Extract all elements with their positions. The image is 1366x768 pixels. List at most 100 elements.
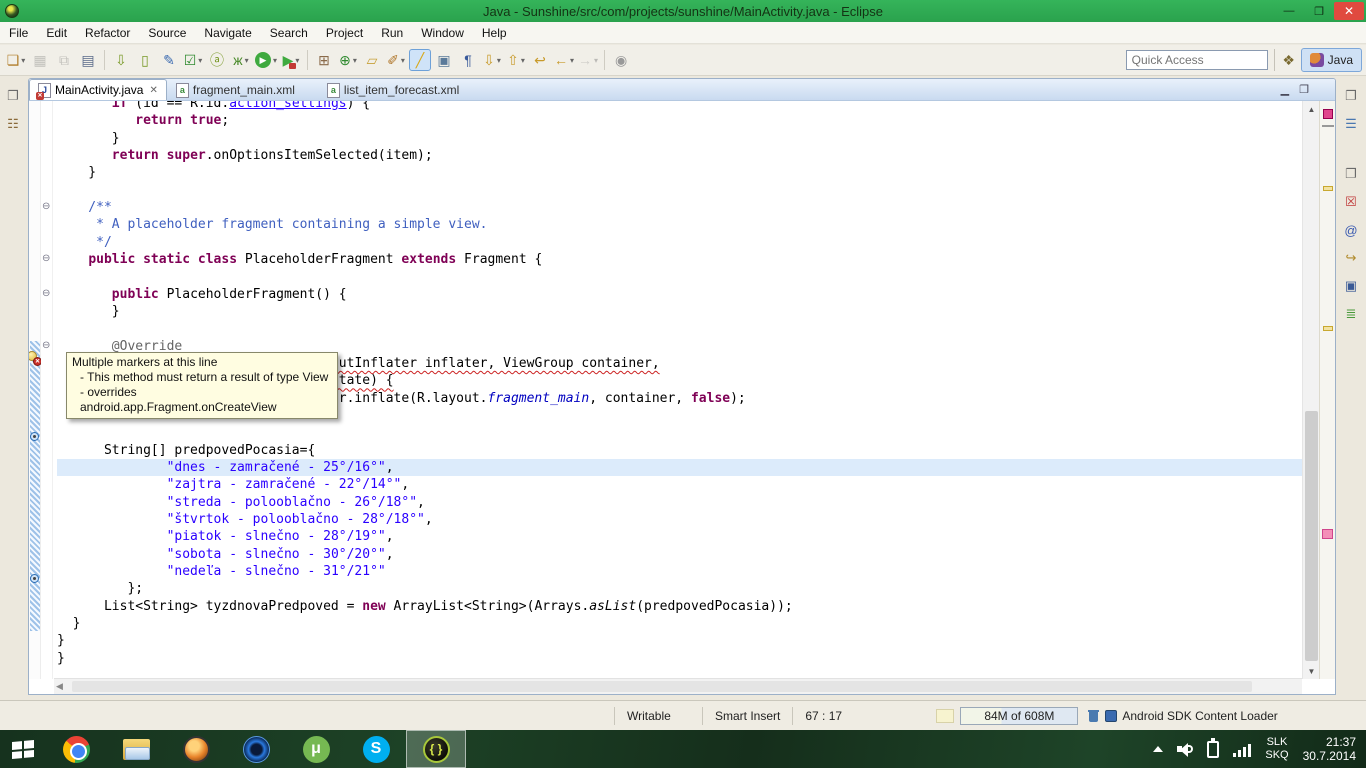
menu-project[interactable]: Project (317, 23, 372, 43)
debug-dropdown-icon[interactable]: ▾ (245, 56, 249, 65)
run-check-button[interactable]: ☑▾ (182, 49, 204, 71)
back-dropdown-icon[interactable]: ▾ (570, 56, 574, 65)
new-wizard-button[interactable]: ❏▾ (5, 49, 27, 71)
new-java-class-dropdown-icon[interactable]: ▾ (353, 56, 357, 65)
scroll-left-icon[interactable]: ◀ (56, 681, 63, 692)
close-button[interactable]: ✕ (1334, 2, 1364, 20)
debug-button[interactable]: ж▾ (230, 49, 252, 71)
javadoc-view-icon[interactable]: @ (1341, 220, 1361, 240)
run-dropdown-icon[interactable]: ▾ (273, 56, 277, 65)
overview-occurrence-marker[interactable] (1323, 326, 1333, 331)
tab-fragment_main.xml[interactable]: afragment_main.xml (167, 79, 304, 100)
menu-source[interactable]: Source (139, 23, 195, 43)
menu-navigate[interactable]: Navigate (195, 23, 260, 43)
vertical-scrollbar[interactable]: ▲ ▼ (1302, 101, 1319, 679)
scroll-up-icon[interactable]: ▲ (1303, 101, 1320, 117)
last-edit-location-button[interactable]: ↩ (529, 49, 551, 71)
forward-button[interactable]: →▾ (577, 49, 599, 71)
show-hidden-icons[interactable] (1153, 746, 1163, 752)
previous-annotation-button[interactable]: ⇧▾ (505, 49, 527, 71)
run-external-tools-button[interactable]: ▶▾ (280, 49, 302, 71)
vertical-scroll-thumb[interactable] (1305, 411, 1318, 661)
menu-refactor[interactable]: Refactor (76, 23, 139, 43)
overview-error-marker[interactable] (1322, 529, 1333, 539)
language-indicator[interactable]: SLKSKQ (1265, 736, 1288, 762)
save-all-button[interactable]: ⧉ (53, 49, 75, 71)
outline-view-icon[interactable]: ☰ (1341, 114, 1361, 134)
tab-close-icon[interactable]: ✕ (149, 85, 157, 96)
show-whitespace-button[interactable]: ¶ (457, 49, 479, 71)
taskbar-poweriso[interactable] (226, 730, 286, 768)
save-button[interactable]: ▦ (29, 49, 51, 71)
battery-icon[interactable] (1207, 741, 1219, 758)
toggle-block-selection-button[interactable]: ▣ (433, 49, 455, 71)
horizontal-scroll-thumb[interactable] (72, 681, 1252, 692)
tab-list_item_forecast.xml[interactable]: alist_item_forecast.xml (318, 79, 468, 100)
pin-editor-button[interactable]: ◉ (610, 49, 632, 71)
restore-outline-icon[interactable]: ❐ (1341, 86, 1361, 106)
search-dropdown-icon[interactable]: ▾ (401, 56, 405, 65)
menu-edit[interactable]: Edit (37, 23, 76, 43)
taskbar-skype[interactable]: S (346, 730, 406, 768)
quick-access-input[interactable] (1126, 50, 1268, 70)
fold-collapse-icon[interactable]: ⊖ (42, 254, 50, 264)
menu-window[interactable]: Window (412, 23, 473, 43)
fold-collapse-icon[interactable]: ⊖ (42, 202, 50, 212)
forward-dropdown-icon[interactable]: ▾ (594, 56, 598, 65)
overview-error-indicator[interactable] (1323, 109, 1333, 119)
start-button[interactable] (0, 730, 46, 768)
taskbar-utorrent[interactable]: μ (286, 730, 346, 768)
scroll-down-icon[interactable]: ▼ (1303, 663, 1320, 679)
toggle-mark-occurrences-button[interactable]: ╱ (409, 49, 431, 71)
menu-help[interactable]: Help (473, 23, 516, 43)
menu-search[interactable]: Search (261, 23, 317, 43)
declaration-view-icon[interactable]: ↪ (1341, 248, 1361, 268)
previous-annotation-dropdown-icon[interactable]: ▾ (521, 56, 525, 65)
code-editor[interactable]: if (id == R.id.action_settings) { return… (53, 101, 1302, 679)
minimize-editor-icon[interactable]: ▁ (1281, 83, 1289, 96)
open-element-button[interactable]: ▱ (361, 49, 383, 71)
next-annotation-dropdown-icon[interactable]: ▾ (497, 56, 501, 65)
error-quickfix-icon[interactable]: ✕ (28, 351, 42, 365)
folding-ruler[interactable]: ⊖ ⊖ ⊖ ⊖ (41, 101, 53, 679)
network-signal-icon[interactable] (1233, 742, 1251, 757)
garbage-collect-icon[interactable] (1088, 709, 1099, 722)
taskbar-file-explorer[interactable] (106, 730, 166, 768)
taskbar-eclipse[interactable]: { } (406, 730, 466, 768)
problems-view-icon[interactable]: ☒ (1341, 192, 1361, 212)
java-perspective-button[interactable]: Java (1301, 48, 1362, 72)
android-lint-button[interactable]: ✎ (158, 49, 180, 71)
search-button[interactable]: ✐▾ (385, 49, 407, 71)
run-button[interactable]: ▶▾ (254, 49, 278, 71)
annotation-ruler[interactable]: ✕ (29, 101, 41, 679)
volume-icon[interactable] (1177, 742, 1193, 756)
overview-occurrence-marker[interactable] (1323, 186, 1333, 191)
restore-view-icon[interactable]: ❐ (3, 86, 23, 106)
taskbar-chrome[interactable] (46, 730, 106, 768)
next-annotation-button[interactable]: ⇩▾ (481, 49, 503, 71)
tab-MainActivity.java[interactable]: J✕MainActivity.java✕ (29, 79, 167, 100)
maximize-button[interactable]: ❐ (1304, 2, 1334, 20)
taskbar-fl-studio[interactable] (166, 730, 226, 768)
fold-collapse-icon[interactable]: ⊖ (42, 341, 50, 351)
minimize-button[interactable]: — (1274, 2, 1304, 20)
new-java-class-button[interactable]: ⊕▾ (337, 49, 359, 71)
ruler-marker-icon[interactable] (30, 574, 39, 583)
menu-run[interactable]: Run (372, 23, 412, 43)
ruler-marker-icon[interactable] (30, 432, 39, 441)
android-sdk-manager-button[interactable]: ⇩ (110, 49, 132, 71)
console-view-icon[interactable]: ▣ (1341, 276, 1361, 296)
logcat-view-icon[interactable]: ≣ (1341, 304, 1361, 324)
back-button[interactable]: ←▾ (553, 49, 575, 71)
open-perspective-button[interactable]: ❖ (1281, 50, 1301, 70)
maximize-editor-icon[interactable]: ❐ (1299, 83, 1309, 96)
restore-views-icon[interactable]: ❐ (1341, 164, 1361, 184)
new-java-project-button[interactable]: ⊞ (313, 49, 335, 71)
package-explorer-icon[interactable]: ☷ (3, 114, 23, 134)
horizontal-scrollbar[interactable]: ◀ (54, 678, 1302, 694)
menu-file[interactable]: File (0, 23, 37, 43)
fold-collapse-icon[interactable]: ⊖ (42, 289, 50, 299)
new-wizard-dropdown-icon[interactable]: ▾ (21, 56, 25, 65)
run-check-dropdown-icon[interactable]: ▾ (198, 56, 202, 65)
print-button[interactable]: ▤ (77, 49, 99, 71)
